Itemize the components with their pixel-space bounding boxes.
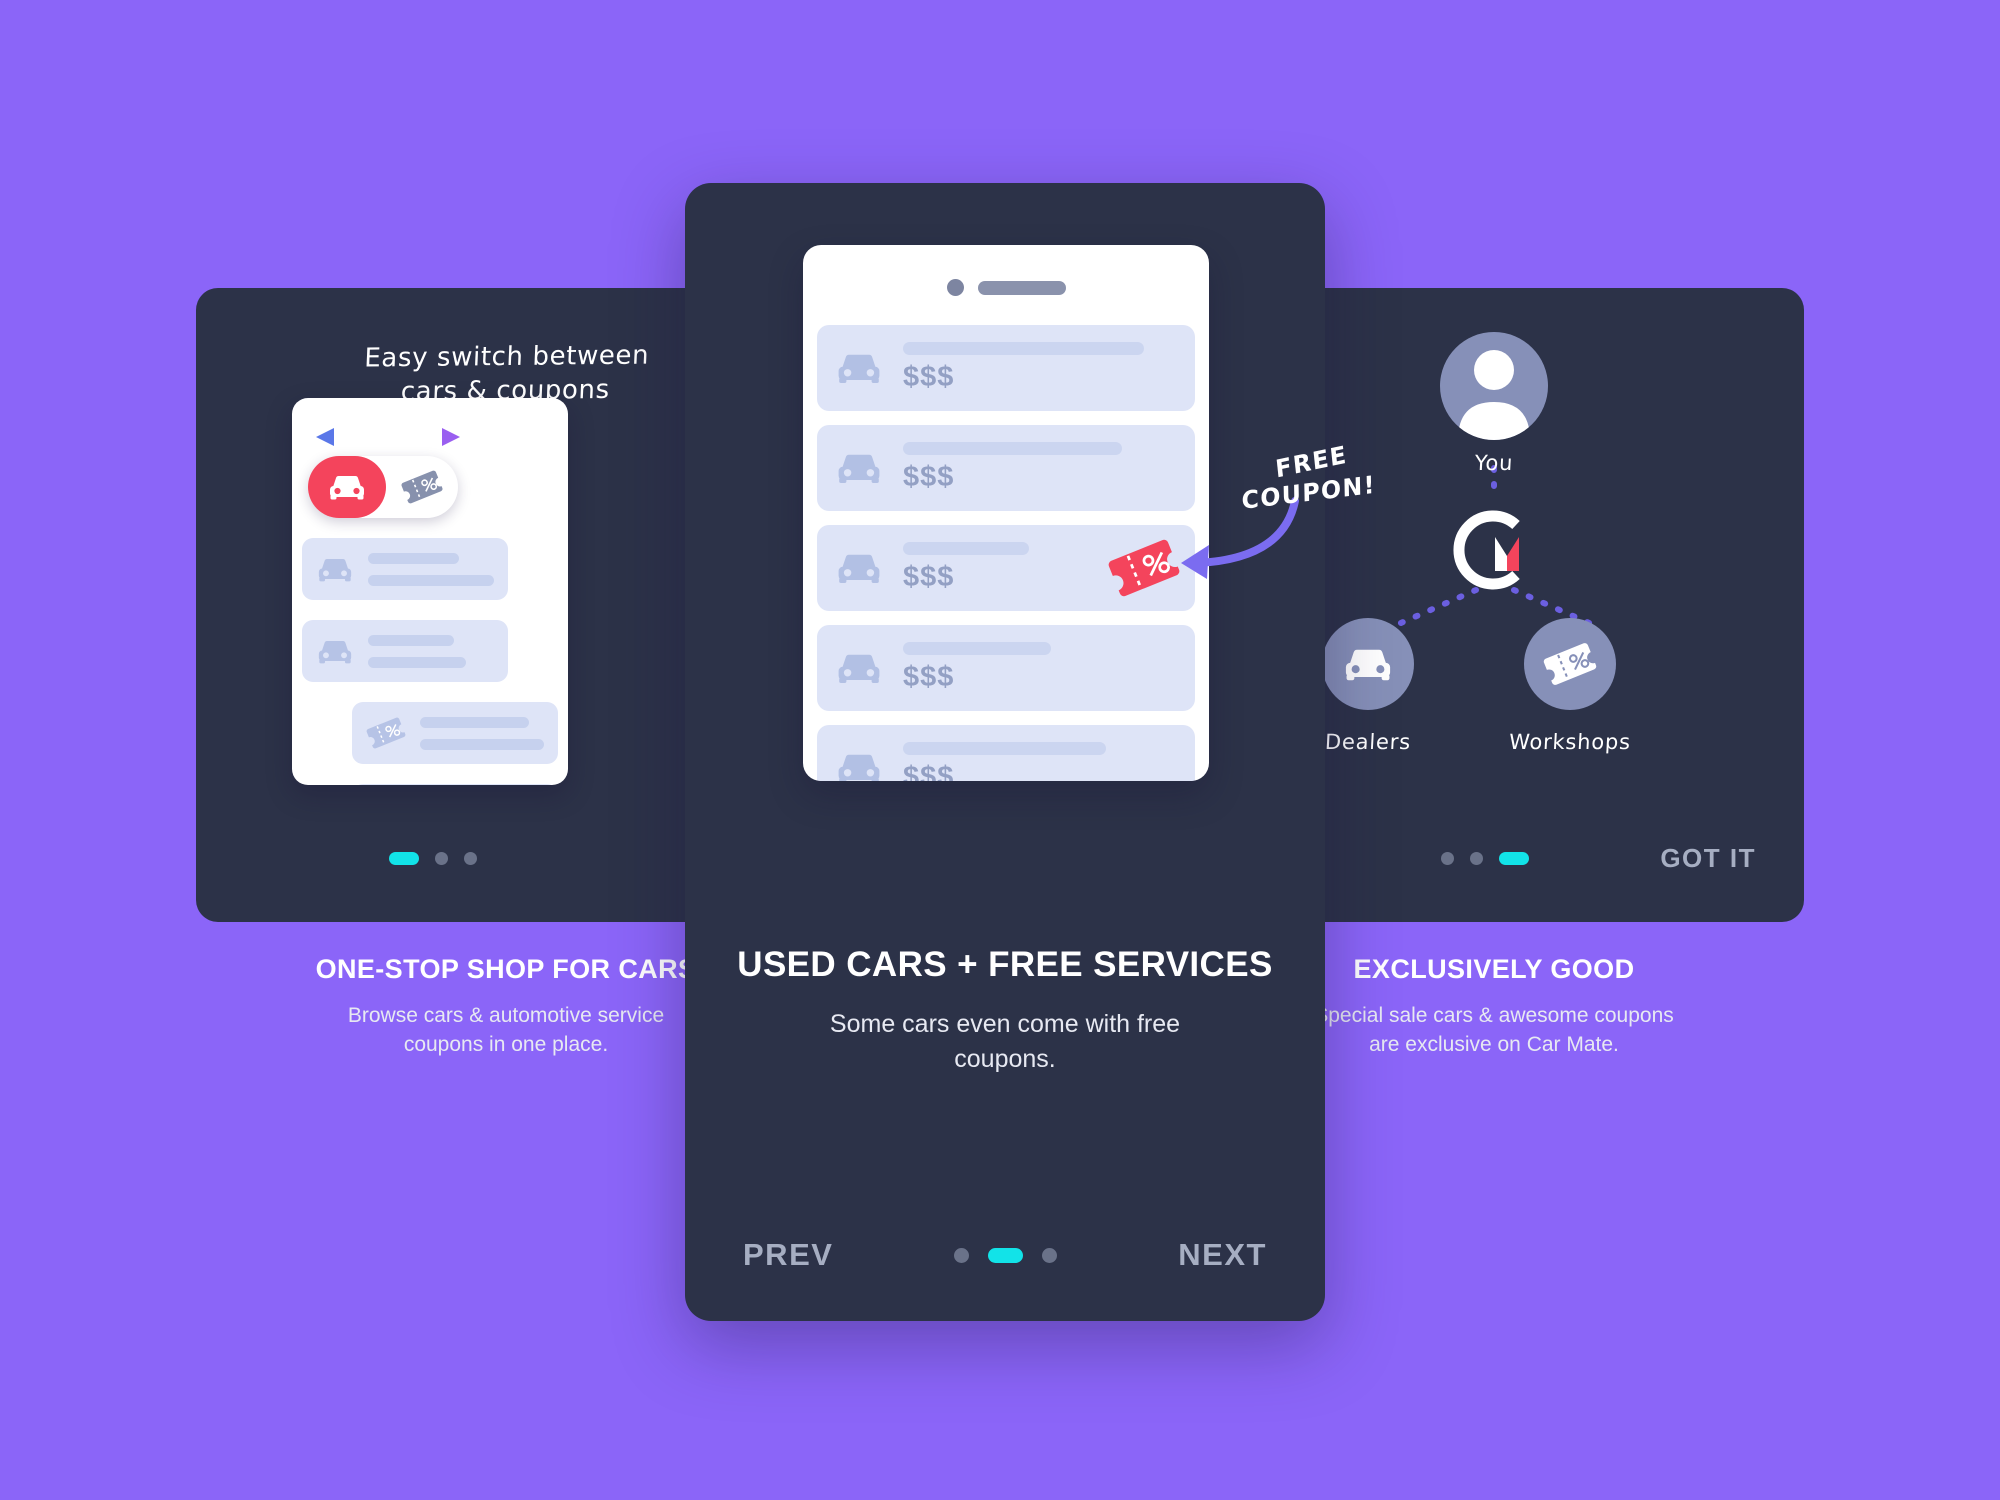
list-item[interactable]: $$$ [817, 625, 1195, 711]
pagination-dot-1[interactable] [1440, 852, 1454, 865]
node-label-you: You [1474, 451, 1514, 475]
pagination-dot-1[interactable] [954, 1247, 970, 1263]
slide-2-text: USED CARS + FREE SERVICES Some cars even… [685, 945, 1325, 1077]
pagination-dots [954, 1247, 1058, 1263]
list-item[interactable]: $$$ [817, 725, 1195, 781]
car-icon [838, 454, 880, 483]
pagination-dot-3[interactable] [1042, 1247, 1058, 1263]
coupon-icon [366, 717, 406, 749]
coupon-icon [401, 470, 443, 504]
car-icon [330, 476, 364, 500]
phone-mockup-listings: $$$ $$$ $$$ $$$ $$$ [803, 245, 1209, 781]
price-label: $$$ [903, 661, 955, 693]
pagination-dot-2[interactable] [435, 852, 448, 865]
node-dealers[interactable] [1322, 618, 1414, 710]
free-coupon-badge-icon [1108, 539, 1180, 597]
phone-mockup-switch [292, 398, 568, 785]
car-icon [838, 754, 880, 781]
car-icon [1345, 649, 1391, 681]
pagination-dots [1440, 852, 1529, 865]
coupon-icon [1543, 643, 1597, 685]
car-icon [838, 654, 880, 683]
subtitle-line-2: are exclusive on Car Mate. [1369, 1032, 1619, 1056]
toggle-coupon-option[interactable] [386, 469, 458, 505]
subtitle-line-1: Browse cars & automotive service [347, 1003, 665, 1027]
onboarding-stage: Easy switch between cars & coupons ONE-S… [0, 0, 2000, 1500]
car-icon [838, 554, 880, 583]
person-icon [1458, 350, 1530, 440]
header-dot-icon [946, 279, 964, 296]
subtitle-line-2: coupons. [954, 1045, 1056, 1073]
list-item-with-coupon[interactable]: $$$ [817, 525, 1195, 611]
car-coupon-toggle[interactable] [308, 456, 458, 518]
list-item[interactable] [352, 784, 558, 785]
car-icon [318, 558, 352, 581]
node-you[interactable] [1440, 332, 1548, 440]
list-item[interactable] [352, 702, 558, 764]
pagination-dot-2[interactable] [1469, 852, 1483, 865]
pagination-dots [389, 852, 477, 865]
pagination-dot-3[interactable] [1498, 852, 1529, 865]
page-subtitle: Some cars even come with free coupons. [719, 1007, 1291, 1077]
subtitle-line-2: coupons in one place. [403, 1032, 609, 1056]
list-item[interactable]: $$$ [817, 425, 1195, 511]
prev-button[interactable]: PREV [743, 1237, 833, 1273]
subtitle-line-1: Special sale cars & awesome coupons [1314, 1003, 1674, 1027]
pagination-dot-3[interactable] [464, 852, 477, 865]
list-item[interactable] [302, 538, 508, 600]
price-label: $$$ [903, 761, 955, 781]
price-label: $$$ [903, 361, 955, 393]
page-title: USED CARS + FREE SERVICES [737, 945, 1273, 984]
list-item[interactable] [302, 620, 508, 682]
pagination-dot-2[interactable] [988, 1247, 1024, 1263]
got-it-button[interactable]: GOT IT [1660, 843, 1756, 874]
caption-line-1: Easy switch between [363, 340, 650, 374]
car-mate-logo-icon [1453, 510, 1520, 590]
double-arrow-icon [316, 428, 460, 446]
header-bar-placeholder [977, 280, 1066, 295]
node-label-workshops: Workshops [1508, 730, 1632, 754]
node-workshops[interactable] [1524, 618, 1616, 710]
phone-header [803, 279, 1209, 296]
subtitle-line-1: Some cars even come with free [829, 1010, 1181, 1038]
slide-2-footer: PREV NEXT [685, 1237, 1325, 1273]
onboarding-card-2[interactable]: $$$ $$$ $$$ $$$ $$$ FREE COUPON! USED CA… [685, 183, 1376, 1321]
car-icon [318, 640, 352, 663]
price-label: $$$ [903, 461, 955, 493]
car-icon [838, 354, 880, 383]
next-button[interactable]: NEXT [1178, 1237, 1267, 1273]
pagination-dot-1[interactable] [389, 852, 419, 865]
list-item[interactable]: $$$ [817, 325, 1195, 411]
toggle-car-option[interactable] [308, 456, 386, 518]
